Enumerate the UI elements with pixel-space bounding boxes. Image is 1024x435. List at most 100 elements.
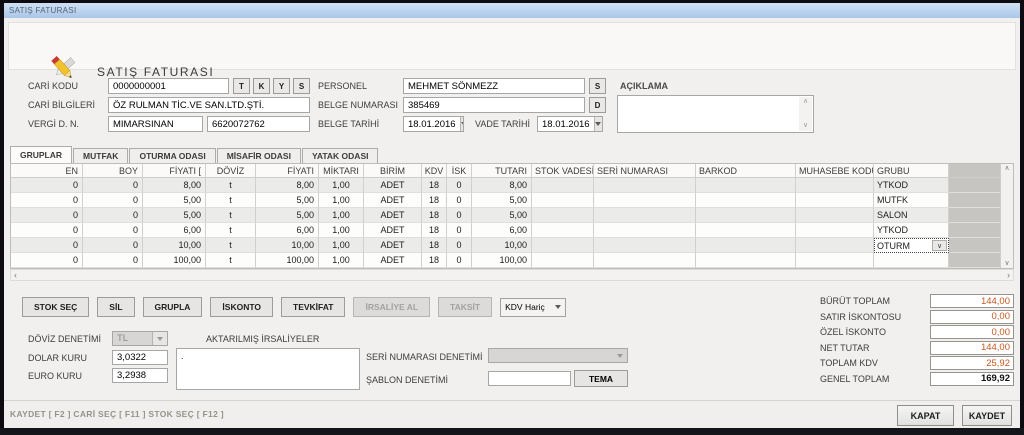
table-cell[interactable]: 8,00 (143, 178, 206, 193)
vergi-numarasi-input[interactable]: 6620072762 (207, 116, 310, 132)
column-header-boy[interactable]: BOY (83, 164, 143, 178)
table-cell[interactable] (696, 223, 796, 238)
table-cell[interactable] (696, 238, 796, 253)
table-cell[interactable]: 1,00 (319, 178, 364, 193)
table-cell[interactable] (696, 253, 796, 268)
table-cell[interactable]: 6,00 (143, 223, 206, 238)
table-cell[interactable]: t (206, 223, 256, 238)
table-cell[interactable]: 18 (422, 238, 447, 253)
grubu-combo-cell[interactable]: OTURM∨ (874, 238, 949, 253)
column-header-miktari[interactable]: MİKTARI (319, 164, 364, 178)
table-cell[interactable]: MUTFK (874, 193, 949, 208)
table-cell[interactable]: 0 (447, 178, 472, 193)
sablon-denetimi-input[interactable] (488, 371, 571, 386)
cari-t-button[interactable]: T (233, 78, 250, 94)
column-header-en[interactable]: EN (11, 164, 83, 178)
belge-numarasi-input[interactable]: 385469 (403, 97, 585, 113)
grupla-button[interactable]: GRUPLA (143, 297, 203, 317)
table-cell[interactable]: 18 (422, 193, 447, 208)
table-cell[interactable]: ADET (364, 238, 422, 253)
table-cell[interactable]: 8,00 (472, 178, 532, 193)
table-cell[interactable]: 0 (11, 208, 83, 223)
table-cell[interactable]: 0 (11, 223, 83, 238)
column-header-fiyati[interactable]: FİYATI (256, 164, 319, 178)
table-cell[interactable]: t (206, 238, 256, 253)
grid-horizontal-scrollbar[interactable]: ‹ › (10, 269, 1014, 281)
table-cell[interactable]: 0 (447, 238, 472, 253)
cari-k-button[interactable]: K (253, 78, 270, 94)
table-cell[interactable]: 5,00 (256, 208, 319, 223)
kaydet-button[interactable]: KAYDET (962, 405, 1012, 426)
table-cell[interactable] (696, 193, 796, 208)
table-cell[interactable]: 5,00 (472, 208, 532, 223)
table-cell[interactable] (796, 238, 874, 253)
personel-s-button[interactable]: S (589, 78, 606, 94)
aciklama-textarea[interactable]: ∧∨ (617, 95, 814, 133)
column-header-barkod[interactable]: BARKOD (696, 164, 796, 178)
dolar-kuru-input[interactable]: 3,0322 (112, 350, 168, 365)
table-cell[interactable] (874, 253, 949, 268)
chevron-down-icon[interactable] (551, 299, 565, 316)
chevron-left-icon[interactable]: ‹ (14, 271, 17, 280)
table-cell[interactable]: 6,00 (472, 223, 532, 238)
table-cell[interactable] (594, 223, 696, 238)
stok-sec-button[interactable]: STOK SEÇ (22, 297, 89, 317)
table-cell[interactable]: YTKOD (874, 223, 949, 238)
table-cell[interactable]: 0 (447, 253, 472, 268)
column-header-birim[interactable]: BİRİM (364, 164, 422, 178)
table-cell[interactable]: t (206, 253, 256, 268)
table-cell[interactable]: 100,00 (472, 253, 532, 268)
tab-yatak-odasi[interactable]: YATAK ODASI (302, 148, 379, 163)
table-cell[interactable]: 0 (11, 178, 83, 193)
table-cell[interactable]: 10,00 (472, 238, 532, 253)
aciklama-scrollbar[interactable]: ∧∨ (799, 97, 812, 131)
aktarilmis-irsaliyeler-box[interactable]: . (176, 348, 360, 390)
table-cell[interactable] (796, 193, 874, 208)
column-header-doviz[interactable]: DÖVİZ (206, 164, 256, 178)
column-header-grubu[interactable]: GRUBU (874, 164, 949, 178)
column-header-isk[interactable]: İSK (447, 164, 472, 178)
table-cell[interactable]: 100,00 (256, 253, 319, 268)
table-cell[interactable]: SALON (874, 208, 949, 223)
table-cell[interactable] (532, 223, 594, 238)
grid-vertical-scrollbar[interactable]: ∧ ∨ (1000, 164, 1013, 268)
table-cell[interactable]: 0 (11, 253, 83, 268)
table-cell[interactable]: t (206, 208, 256, 223)
tema-button[interactable]: TEMA (574, 370, 628, 387)
chevron-down-icon[interactable]: ∨ (932, 240, 947, 251)
table-cell[interactable]: 0 (447, 208, 472, 223)
cari-y-button[interactable]: Y (273, 78, 290, 94)
table-cell[interactable]: 18 (422, 253, 447, 268)
belge-tarihi-select[interactable]: 18.01.2016 (403, 116, 464, 132)
table-cell[interactable]: 18 (422, 223, 447, 238)
tab-mutfak[interactable]: MUTFAK (73, 148, 128, 163)
table-cell[interactable] (696, 178, 796, 193)
belge-d-button[interactable]: D (589, 97, 606, 113)
table-cell[interactable]: YTKOD (874, 178, 949, 193)
chevron-down-icon[interactable] (460, 117, 464, 131)
table-cell[interactable] (532, 208, 594, 223)
table-cell[interactable]: 1,00 (319, 208, 364, 223)
table-cell[interactable] (696, 208, 796, 223)
table-cell[interactable] (532, 238, 594, 253)
table-cell[interactable]: 0 (83, 223, 143, 238)
cari-s-button[interactable]: S (293, 78, 310, 94)
table-cell[interactable]: 0 (447, 223, 472, 238)
table-cell[interactable]: 18 (422, 208, 447, 223)
sil-button[interactable]: SİL (97, 297, 134, 317)
table-cell[interactable]: 8,00 (256, 178, 319, 193)
table-cell[interactable]: t (206, 193, 256, 208)
table-cell[interactable]: 10,00 (256, 238, 319, 253)
window-titlebar[interactable]: SATIŞ FATURASI (4, 3, 1020, 18)
table-cell[interactable]: 0 (83, 193, 143, 208)
table-cell[interactable]: ADET (364, 223, 422, 238)
table-cell[interactable] (796, 223, 874, 238)
euro-kuru-input[interactable]: 3,2938 (112, 368, 168, 383)
vergi-dairesi-input[interactable]: MIMARSINAN (108, 116, 203, 132)
column-header-muhasebe-kodu[interactable]: MUHASEBE KODU (796, 164, 874, 178)
table-cell[interactable]: 1,00 (319, 253, 364, 268)
table-cell[interactable] (594, 178, 696, 193)
column-header-fiyati-doviz[interactable]: FİYATI [ (143, 164, 206, 178)
table-cell[interactable]: 0 (83, 238, 143, 253)
tab-gruplar[interactable]: GRUPLAR (10, 146, 72, 163)
